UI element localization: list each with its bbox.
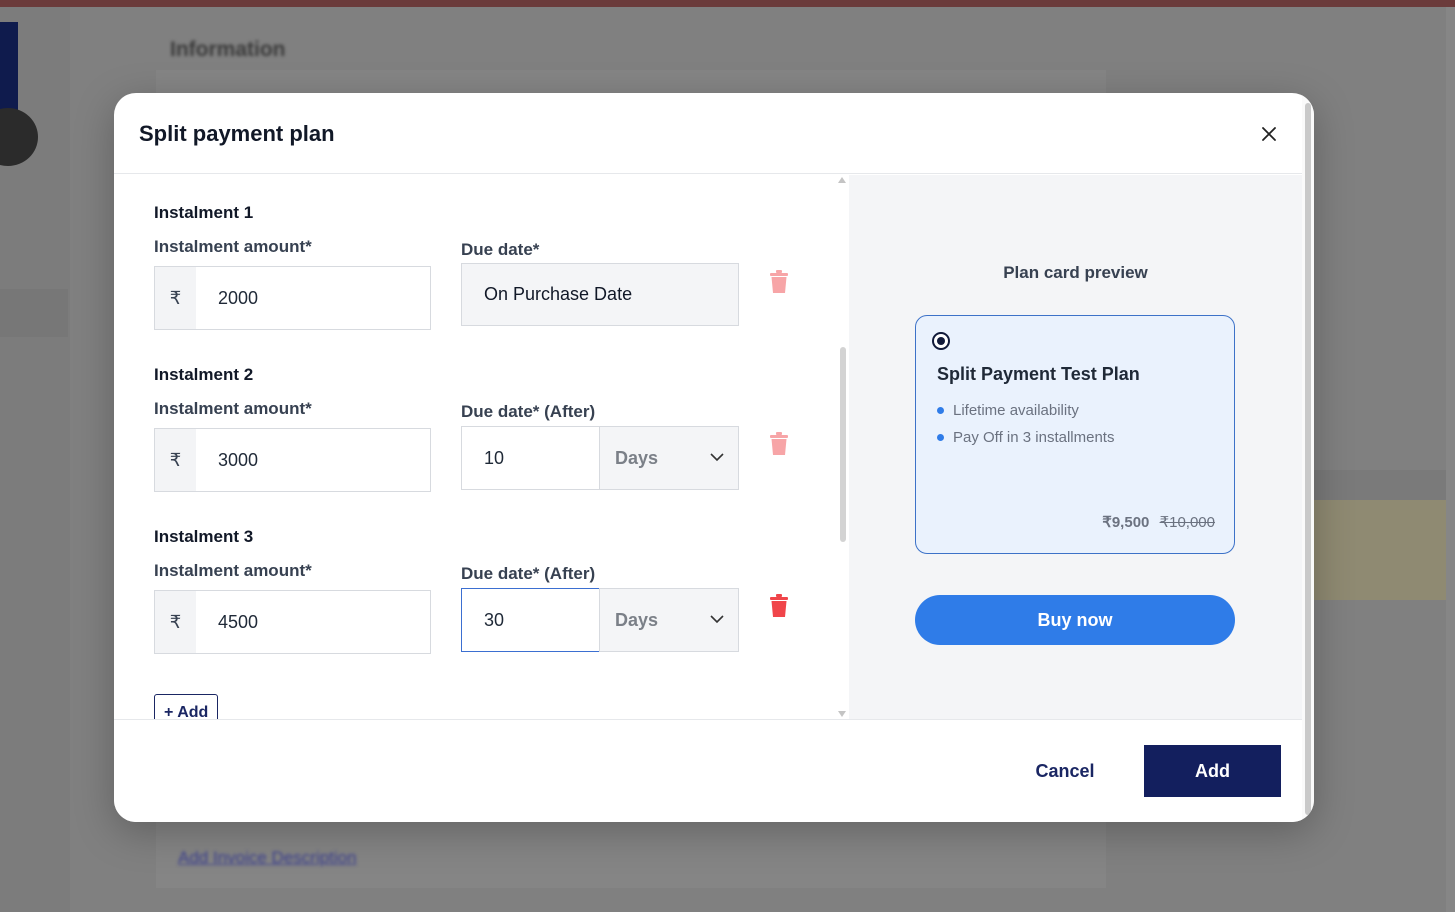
plan-feature: Lifetime availability [937,402,1079,419]
chevron-down-icon [710,453,724,462]
plan-card: Split Payment Test Plan Lifetime availab… [915,315,1235,554]
close-icon [1262,127,1276,141]
plan-radio[interactable] [932,332,950,350]
instalment-1-due-field[interactable]: On Purchase Date [461,263,739,326]
plan-preview-panel: Plan card preview Split Payment Test Pla… [849,175,1302,719]
background-heading: Information [170,38,286,61]
instalment-1-amount-value: 2000 [218,287,259,308]
plan-feature-text: Lifetime availability [953,402,1079,419]
plan-name: Split Payment Test Plan [937,364,1140,384]
instalment-2-amount-value: 3000 [218,449,259,470]
add-instalment-button[interactable]: + Add [154,694,218,719]
background-table-row [1310,500,1455,600]
rupee-prefix: ₹ [155,429,196,491]
instalment-3-unit-value: Days [615,609,659,630]
instalment-3-amount-value: 4500 [218,611,259,632]
scroll-up-arrow-icon[interactable] [838,177,846,183]
buy-now-button[interactable]: Buy now [915,595,1235,645]
instalment-2-amount-field[interactable]: ₹ 3000 [154,428,431,492]
instalment-3-due-label: Due date* (After) [461,564,596,583]
instalment-2-amount-label: Instalment amount* [154,399,312,418]
bullet-dot-icon [937,434,944,441]
instalments-form: Instalment 1 Instalment amount* ₹ 2000 D… [114,175,849,719]
instalment-2-unit-value: Days [615,447,659,468]
instalment-3-amount-label: Instalment amount* [154,561,312,580]
rupee-prefix: ₹ [155,591,196,653]
instalment-3-unit-select[interactable]: Days [599,588,739,652]
background-nav-block [0,22,18,117]
page-scrollbar [1446,7,1455,912]
instalment-1-amount-label: Instalment amount* [154,237,312,256]
plan-price-current: ₹9,500 [1102,514,1150,531]
instalment-2-unit-select[interactable]: Days [599,426,739,490]
modal-header: Split payment plan [114,93,1314,174]
instalment-1-due-label: Due date* [461,240,540,259]
page-top-bar [0,0,1455,7]
instalment-1-amount-field[interactable]: ₹ 2000 [154,266,431,330]
bullet-dot-icon [937,407,944,414]
background-table-header [1310,470,1455,500]
modal-title: Split payment plan [139,121,335,146]
trash-icon[interactable] [768,594,790,618]
preview-title: Plan card preview [1003,263,1148,282]
instalment-1-title: Instalment 1 [154,203,254,222]
instalment-2-due-label: Due date* (After) [461,402,596,421]
modal-footer: Cancel Add [114,719,1302,822]
plan-feature-text: Pay Off in 3 installments [953,429,1115,446]
close-button[interactable] [1252,117,1286,151]
scroll-down-arrow-icon[interactable] [838,711,846,717]
plan-price: ₹9,500 ₹10,000 [1102,513,1215,531]
background-link: Add Invoice Description [178,848,357,867]
instalment-3-amount-field[interactable]: ₹ 4500 [154,590,431,654]
background-sidebar-highlight [0,289,68,337]
add-button[interactable]: Add [1144,745,1281,797]
plan-price-original: ₹10,000 [1159,514,1215,531]
modal-scrollbar-thumb[interactable] [1305,103,1311,815]
trash-icon[interactable] [768,270,790,294]
cancel-button[interactable]: Cancel [1014,745,1116,797]
instalment-3-days-input[interactable]: 30 [461,588,600,652]
rupee-prefix: ₹ [155,267,196,329]
split-payment-modal: Split payment plan Instalment 1 Instalme… [114,93,1314,822]
instalment-2-title: Instalment 2 [154,365,254,384]
plan-feature: Pay Off in 3 installments [937,429,1114,446]
instalment-2-days-input[interactable]: 10 [461,426,600,490]
trash-icon[interactable] [768,432,790,456]
form-scrollbar-thumb[interactable] [840,347,846,542]
chevron-down-icon [710,615,724,624]
instalment-3-title: Instalment 3 [154,527,254,546]
